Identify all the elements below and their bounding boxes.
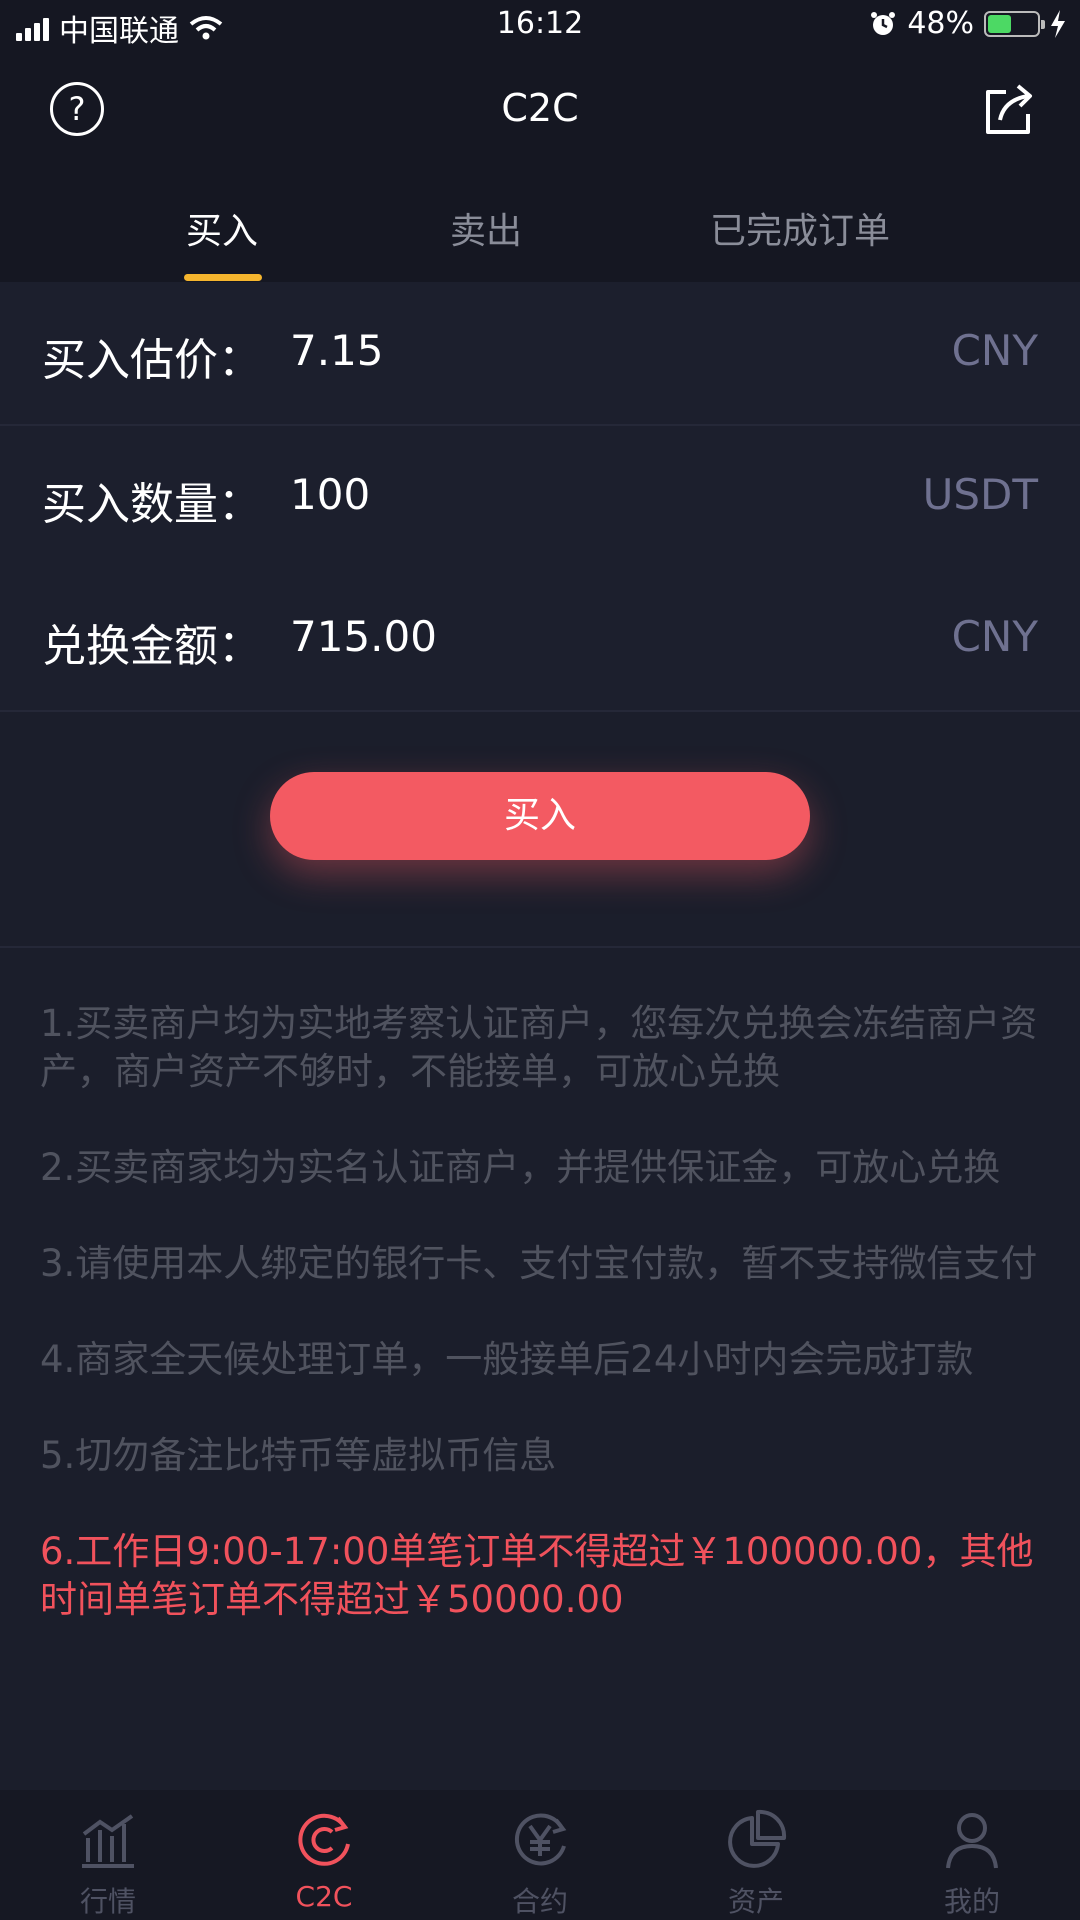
tabbar-label: 合约 bbox=[511, 1885, 568, 1918]
share-icon[interactable] bbox=[978, 80, 1038, 140]
tabbar-label: 行情 bbox=[79, 1885, 136, 1918]
tabbar-item-assets[interactable]: 资产 bbox=[648, 1790, 864, 1920]
amount-label: 兑换金额： bbox=[42, 621, 262, 672]
note-item: 3.请使用本人绑定的银行卡、支付宝付款，暂不支持微信支付 bbox=[40, 1242, 1038, 1285]
active-tab-indicator bbox=[184, 274, 262, 281]
amount-value: 715.00 bbox=[290, 612, 437, 661]
yuan-contract-icon bbox=[514, 1813, 567, 1866]
c2c-icon bbox=[298, 1813, 350, 1866]
page-title: C2C bbox=[501, 86, 579, 130]
tabbar-label: 资产 bbox=[727, 1885, 784, 1918]
status-right: 48% bbox=[869, 6, 1066, 41]
buy-button[interactable]: 买入 bbox=[270, 772, 810, 860]
battery-icon bbox=[984, 10, 1045, 37]
alarm-icon bbox=[871, 11, 896, 35]
pie-chart-icon bbox=[728, 1809, 787, 1868]
tab-completed-orders[interactable]: 已完成订单 bbox=[710, 202, 890, 254]
tab-buy[interactable]: 买入 bbox=[186, 202, 258, 254]
amount-row: 兑换金额： 715.00 CNY bbox=[0, 568, 1080, 712]
tabbar-item-market[interactable]: 行情 bbox=[0, 1790, 216, 1920]
status-bar: 中国联通 16:12 48% bbox=[0, 0, 1080, 56]
market-chart-icon bbox=[82, 1814, 134, 1868]
tab-sell[interactable]: 卖出 bbox=[450, 202, 522, 254]
note-item: 4.商家全天候处理订单，一般接单后24小时内会完成打款 bbox=[40, 1338, 974, 1381]
note-item: 5.切勿备注比特币等虚拟币信息 bbox=[40, 1434, 557, 1477]
buy-button-area: 买入 bbox=[0, 710, 1080, 948]
price-label: 买入估价： bbox=[42, 335, 262, 386]
amount-unit: CNY bbox=[951, 612, 1038, 661]
tabbar-item-contract[interactable]: 合约 bbox=[432, 1790, 648, 1920]
nav-bar: ? C2C bbox=[0, 56, 1080, 166]
quantity-input[interactable]: 100 bbox=[290, 470, 370, 519]
note-item: 1.买卖商户均为实地考察认证商户，您每次兑换会冻结商户资产，商户资产不够时，不能… bbox=[40, 1002, 1038, 1093]
note-item-warning: 6.工作日9:00-17:00单笔订单不得超过￥100000.00，其他时间单笔… bbox=[40, 1530, 1034, 1621]
battery-percent: 48% bbox=[907, 6, 974, 41]
quantity-row: 买入数量： 100 USDT bbox=[0, 426, 1080, 570]
notes-list: 1.买卖商户均为实地考察认证商户，您每次兑换会冻结商户资产，商户资产不够时，不能… bbox=[40, 1000, 1040, 1672]
tabbar-item-profile[interactable]: 我的 bbox=[864, 1790, 1080, 1920]
price-value: 7.15 bbox=[290, 326, 384, 375]
note-item: 2.买卖商家均为实名认证商户，并提供保证金，可放心兑换 bbox=[40, 1146, 1001, 1189]
quantity-unit: USDT bbox=[922, 470, 1038, 519]
price-row: 买入估价： 7.15 CNY bbox=[0, 282, 1080, 426]
tabbar-item-c2c[interactable]: C2C bbox=[216, 1790, 432, 1920]
price-unit: CNY bbox=[951, 326, 1038, 375]
charging-bolt-icon bbox=[1051, 9, 1065, 38]
order-tabs: 买入 卖出 已完成订单 bbox=[0, 166, 1080, 282]
tabbar-label: 我的 bbox=[943, 1885, 1000, 1918]
bottom-tab-bar: 行情 C2C 合约 资产 我的 bbox=[0, 1790, 1080, 1920]
tabbar-label: C2C bbox=[295, 1880, 353, 1913]
user-icon bbox=[946, 1813, 998, 1869]
quantity-label: 买入数量： bbox=[42, 479, 262, 530]
